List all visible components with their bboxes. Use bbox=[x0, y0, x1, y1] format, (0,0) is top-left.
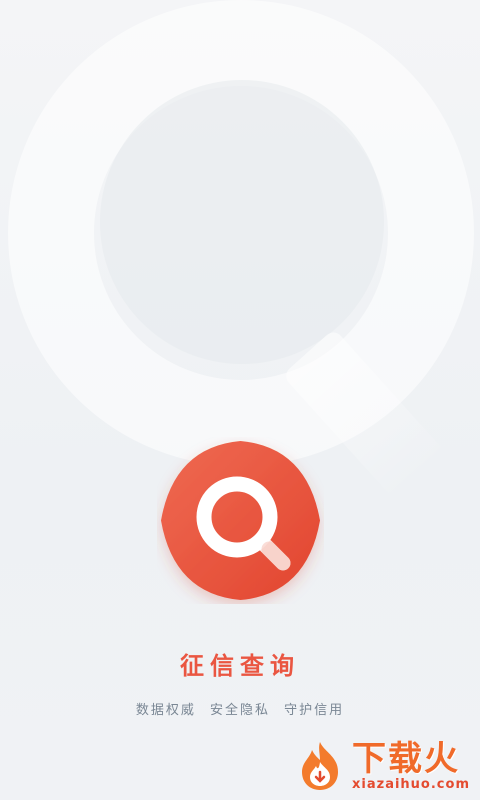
splash-screen: 征信查询 数据权威 安全隐私 守护信用 下载火 xiazaihuo.com bbox=[0, 0, 480, 800]
app-title: 征信查询 bbox=[180, 652, 300, 680]
slogan-item: 数据权威 bbox=[135, 703, 196, 718]
slogan-item: 安全隐私 bbox=[209, 703, 270, 718]
app-logo-icon bbox=[157, 437, 324, 604]
slogan-item: 守护信用 bbox=[284, 703, 345, 718]
flame-logo-icon bbox=[302, 742, 339, 790]
background-ring-center bbox=[100, 80, 384, 364]
watermark: 下载火 xiazaihuo.com bbox=[294, 740, 470, 792]
app-slogan: 数据权威 安全隐私 守护信用 bbox=[0, 699, 480, 718]
watermark-text: 下载火 bbox=[352, 738, 461, 779]
watermark-url: xiazaihuo.com bbox=[352, 776, 470, 792]
